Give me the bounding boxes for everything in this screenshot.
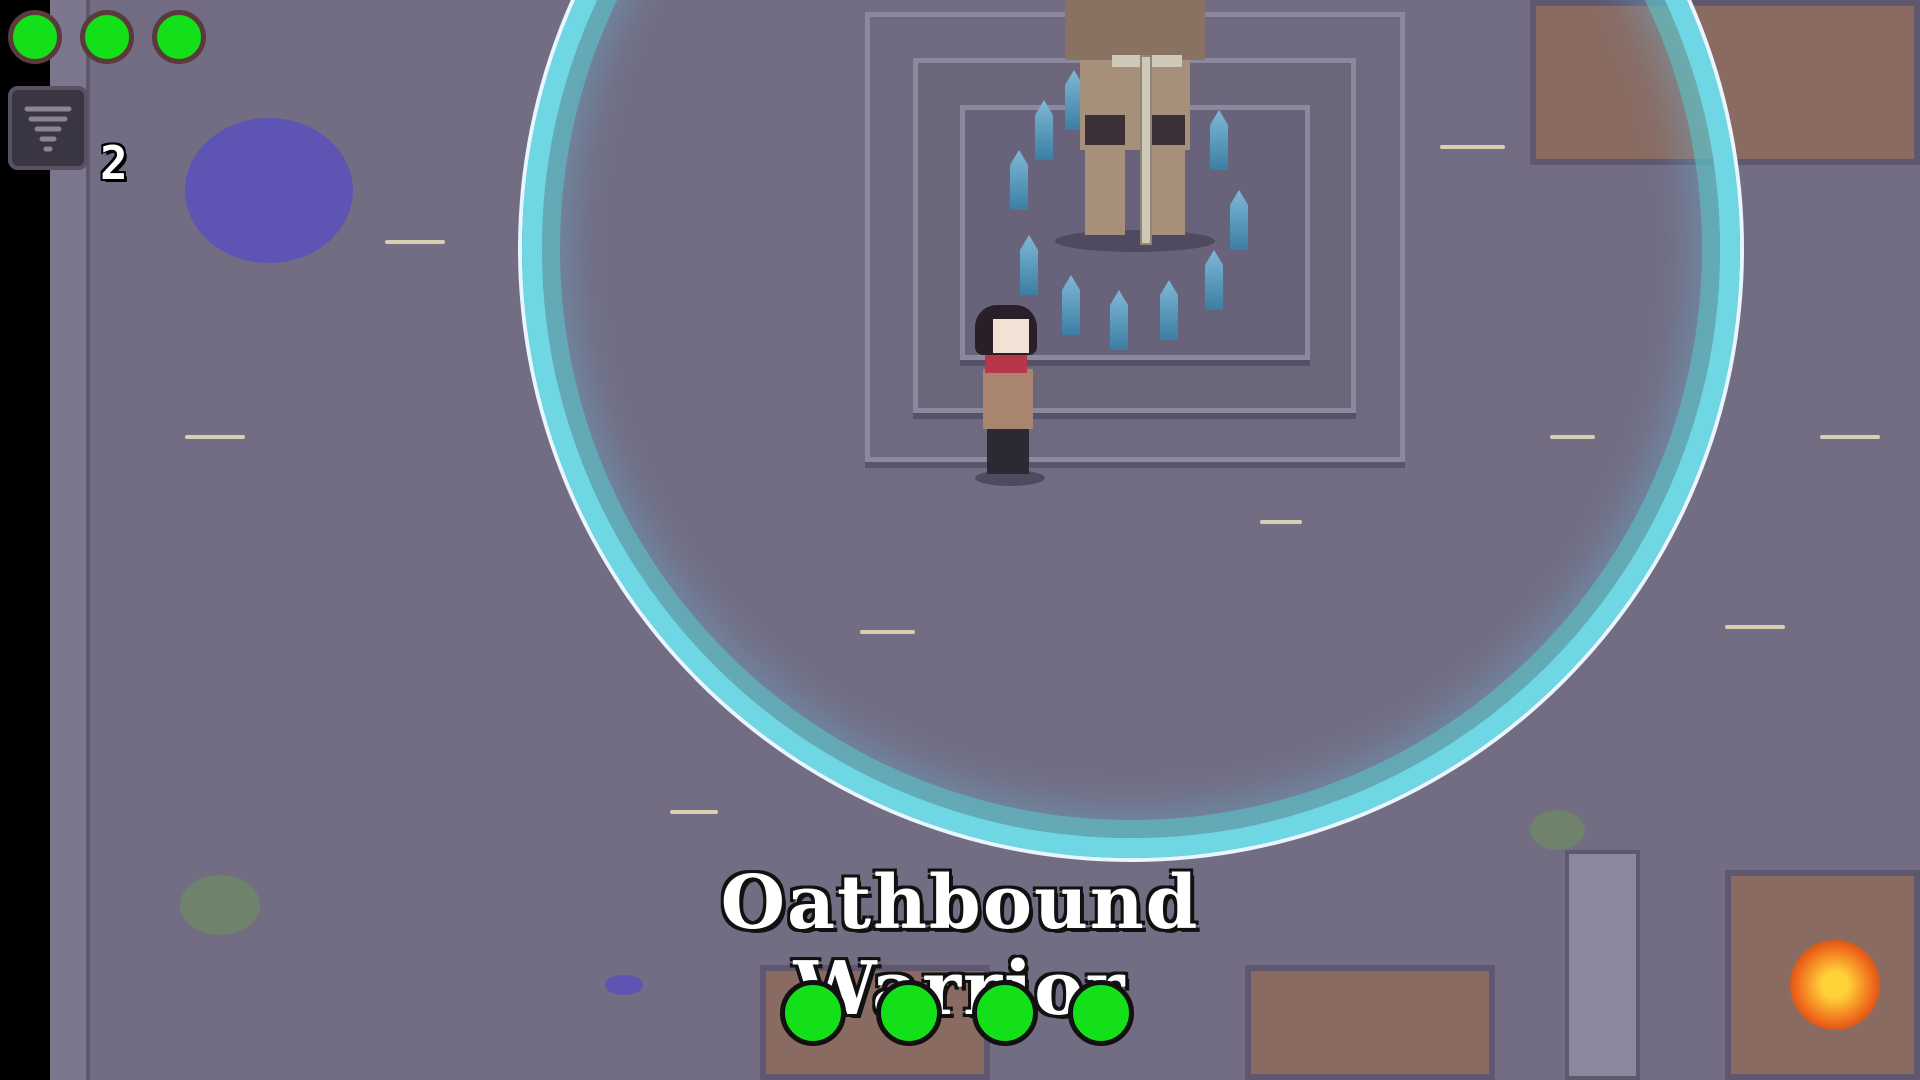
bone <box>185 435 245 439</box>
boss-health-pip <box>1068 980 1134 1046</box>
boss-health-pip <box>972 980 1038 1046</box>
bone <box>1725 625 1785 629</box>
player-scarf <box>985 353 1027 373</box>
player-character <box>955 305 1065 490</box>
fire-brazier <box>1790 940 1880 1030</box>
player-body <box>983 369 1033 429</box>
stone-pillar <box>1565 850 1640 1080</box>
item-count: 2 <box>100 136 128 190</box>
energy-barrier-ring <box>522 0 1740 858</box>
boss-health-pip <box>876 980 942 1046</box>
bone <box>670 810 718 814</box>
player-health-pip <box>80 10 134 64</box>
water-puddle <box>185 118 353 263</box>
bone <box>1820 435 1880 439</box>
moss-patch <box>180 875 260 935</box>
player-health-pip <box>8 10 62 64</box>
moss-patch <box>1530 810 1585 850</box>
bone <box>385 240 445 244</box>
player-health-pip <box>152 10 206 64</box>
boss-name: Oathbound Warrior <box>720 860 1200 1032</box>
player-legs <box>987 429 1029 474</box>
boss-health-pip <box>780 980 846 1046</box>
item-slot[interactable] <box>8 86 88 170</box>
tornado-icon <box>24 106 72 152</box>
player-face <box>993 319 1029 353</box>
